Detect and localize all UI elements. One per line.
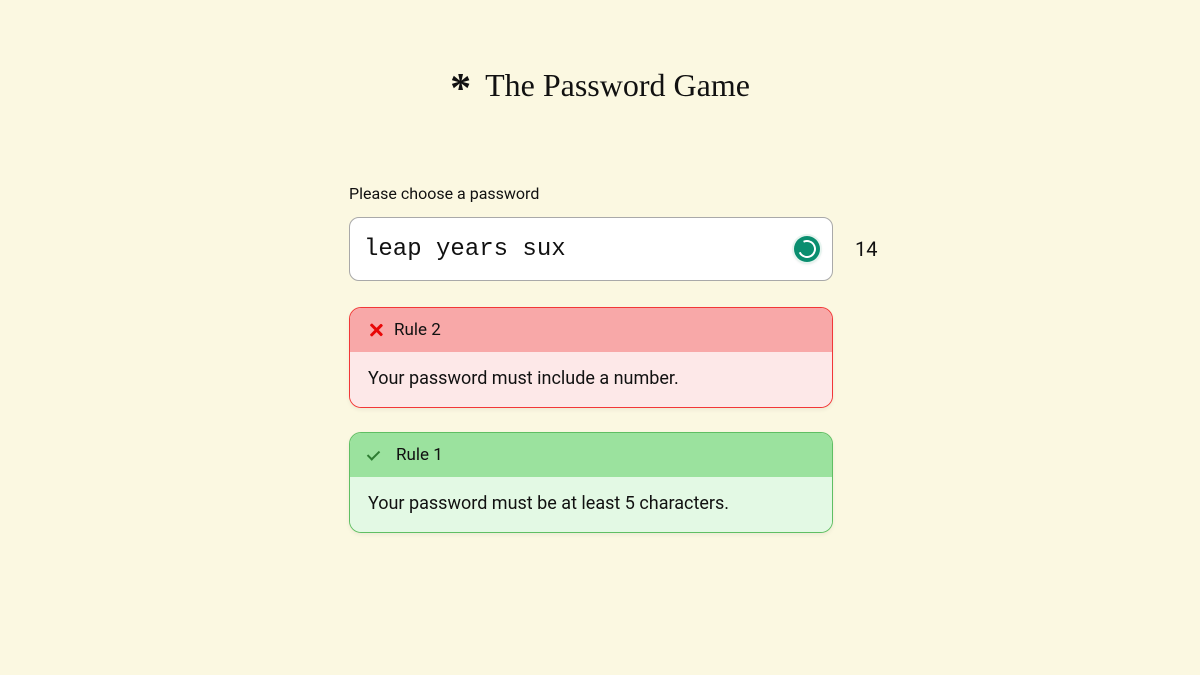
rule-card-pass: Rule 1 Your password must be at least 5 … [349, 432, 833, 533]
rule-header: Rule 1 [350, 433, 832, 477]
grammarly-icon[interactable] [794, 236, 820, 262]
page-title: The Password Game [485, 67, 750, 104]
rule-label: Rule 2 [394, 320, 441, 340]
password-input[interactable]: leap years sux [349, 217, 833, 281]
rule-header: Rule 2 [350, 308, 832, 352]
rule-text: Your password must be at least 5 charact… [350, 477, 832, 532]
rule-text: Your password must include a number. [350, 352, 832, 407]
page-title-row: * The Password Game [450, 64, 750, 106]
password-prompt: Please choose a password [349, 184, 833, 203]
rule-card-fail: Rule 2 Your password must include a numb… [349, 307, 833, 408]
check-icon [368, 448, 386, 462]
x-icon [368, 322, 384, 338]
rule-label: Rule 1 [396, 445, 443, 465]
password-value: leap years sux [364, 236, 566, 263]
asterisk-icon: * [450, 68, 471, 110]
char-count: 14 [855, 237, 877, 261]
